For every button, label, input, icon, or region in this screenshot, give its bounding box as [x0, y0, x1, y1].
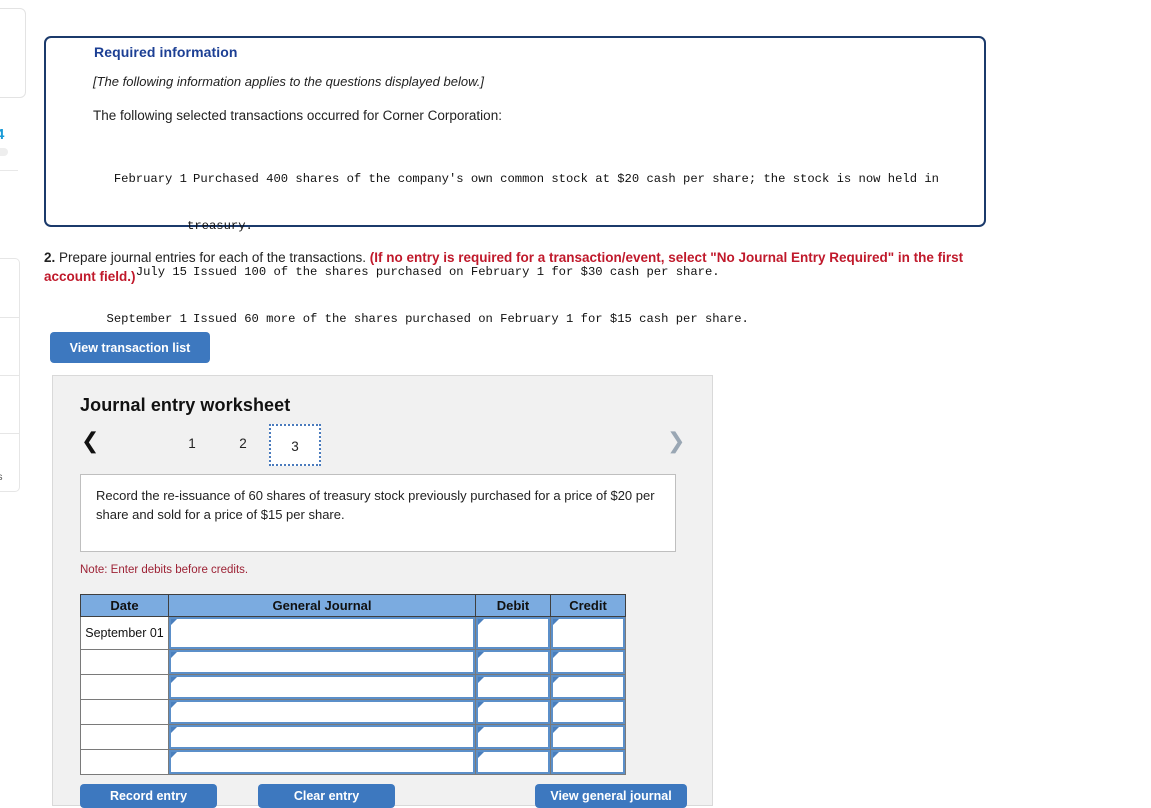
account-dropdown-field[interactable]: [169, 700, 475, 724]
clipped-text: es: [0, 472, 3, 483]
table-row: [80, 649, 626, 675]
required-information-panel: Required information [The following info…: [44, 36, 986, 326]
chevron-left-icon[interactable]: ❮: [81, 431, 99, 453]
table-row: [80, 724, 626, 750]
account-dropdown-field[interactable]: [169, 675, 475, 699]
chevron-right-icon[interactable]: ❯: [667, 431, 685, 453]
transaction-row-continuation: treasury.: [93, 219, 953, 235]
cell-credit[interactable]: [550, 724, 626, 750]
journal-entry-worksheet-panel: Journal entry worksheet ❮ ❯ 1 2 3 Record…: [52, 375, 713, 808]
cell-credit[interactable]: [550, 749, 626, 775]
clipped-divider: [0, 170, 18, 171]
view-general-journal-button[interactable]: View general journal: [535, 784, 687, 808]
question-block: 2. Prepare journal entries for each of t…: [44, 249, 974, 286]
debit-input-field[interactable]: [476, 650, 550, 674]
clipped-pill: [0, 148, 8, 156]
transaction-continuation: treasury.: [187, 218, 253, 233]
view-transaction-list-button[interactable]: View transaction list: [50, 332, 210, 363]
column-header-debit: Debit: [475, 594, 551, 617]
cell-debit[interactable]: [475, 649, 551, 675]
transaction-text: Issued 60 more of the shares purchased o…: [193, 311, 749, 326]
required-information-title: Required information: [94, 44, 238, 60]
account-dropdown-field[interactable]: [169, 617, 475, 649]
lead-in-text: The following selected transactions occu…: [93, 108, 502, 123]
cell-general-journal[interactable]: [168, 649, 476, 675]
cell-date[interactable]: [80, 699, 169, 725]
debit-input-field[interactable]: [476, 617, 550, 649]
transaction-date: February 1: [113, 172, 187, 186]
clipped-card-top: [0, 8, 26, 98]
debit-input-field[interactable]: [476, 750, 550, 774]
column-header-general-journal: General Journal: [168, 594, 476, 617]
transaction-row: September 1 Issued 60 more of the shares …: [93, 312, 953, 328]
cell-general-journal[interactable]: [168, 724, 476, 750]
journal-entry-table: Date General Journal Debit Credit Septem…: [80, 594, 626, 775]
credit-input-field[interactable]: [551, 617, 625, 649]
cell-general-journal[interactable]: [168, 674, 476, 700]
worksheet-tab-2[interactable]: 2: [226, 426, 260, 462]
question-number: 2.: [44, 250, 56, 265]
cell-date[interactable]: [80, 724, 169, 750]
clear-entry-button[interactable]: Clear entry: [258, 784, 395, 808]
debit-input-field[interactable]: [476, 675, 550, 699]
credit-input-field[interactable]: [551, 700, 625, 724]
cell-debit[interactable]: [475, 674, 551, 700]
applies-to-note: [The following information applies to th…: [93, 74, 484, 89]
table-row: [80, 749, 626, 775]
account-dropdown-field[interactable]: [169, 750, 475, 774]
cell-debit[interactable]: [475, 724, 551, 750]
debits-before-credits-note: Note: Enter debits before credits.: [80, 564, 249, 576]
cell-debit[interactable]: [475, 749, 551, 775]
credit-input-field[interactable]: [551, 725, 625, 749]
clipped-badge: 4: [0, 126, 5, 143]
cell-debit[interactable]: [475, 699, 551, 725]
credit-input-field[interactable]: [551, 675, 625, 699]
worksheet-tab-3[interactable]: 3: [269, 424, 321, 466]
column-header-date: Date: [80, 594, 169, 617]
cell-debit[interactable]: [475, 616, 551, 650]
worksheet-title: Journal entry worksheet: [80, 395, 291, 415]
worksheet-tab-1[interactable]: 1: [175, 426, 209, 462]
transaction-text: Purchased 400 shares of the company's ow…: [193, 172, 939, 186]
transaction-row: February 1 Purchased 400 shares of the co…: [93, 172, 953, 188]
question-prompt: Prepare journal entries for each of the …: [59, 250, 366, 265]
account-dropdown-field[interactable]: [169, 725, 475, 749]
instruction-box: Record the re-issuance of 60 shares of t…: [80, 474, 676, 552]
credit-input-field[interactable]: [551, 750, 625, 774]
cell-credit[interactable]: [550, 616, 626, 650]
debit-input-field[interactable]: [476, 700, 550, 724]
cell-general-journal[interactable]: [168, 749, 476, 775]
table-row: [80, 699, 626, 725]
cell-date[interactable]: [80, 674, 169, 700]
cell-credit[interactable]: [550, 674, 626, 700]
cell-date[interactable]: [80, 649, 169, 675]
cell-general-journal[interactable]: [168, 616, 476, 650]
cell-date[interactable]: September 01: [80, 616, 169, 650]
clipped-left-chrome: 4 es: [0, 0, 34, 806]
cell-credit[interactable]: [550, 649, 626, 675]
credit-input-field[interactable]: [551, 650, 625, 674]
cell-general-journal[interactable]: [168, 699, 476, 725]
record-entry-button[interactable]: Record entry: [80, 784, 217, 808]
table-row: September 01: [80, 616, 626, 650]
debit-input-field[interactable]: [476, 725, 550, 749]
table-row: [80, 674, 626, 700]
cell-credit[interactable]: [550, 699, 626, 725]
account-dropdown-field[interactable]: [169, 650, 475, 674]
table-header-row: Date General Journal Debit Credit: [80, 594, 626, 617]
cell-date[interactable]: [80, 749, 169, 775]
instruction-text: Record the re-issuance of 60 shares of t…: [96, 488, 655, 522]
column-header-credit: Credit: [550, 594, 626, 617]
clipped-card-stack: [0, 258, 20, 492]
transaction-date: September 1: [106, 311, 187, 326]
